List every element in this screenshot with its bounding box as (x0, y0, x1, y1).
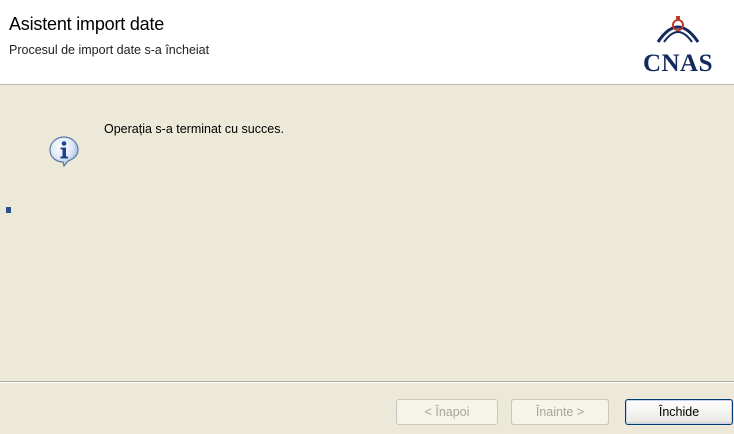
import-wizard-dialog: Asistent import date Procesul de import … (0, 0, 734, 434)
edge-marker (6, 207, 11, 213)
wizard-subtitle: Procesul de import date s-a încheiat (9, 43, 210, 57)
cnas-logo-icon (656, 16, 700, 43)
status-message: Operația s-a terminat cu succes. (104, 122, 284, 136)
close-button[interactable]: Închide (625, 399, 733, 425)
wizard-title: Asistent import date (9, 14, 165, 34)
cnas-logo: CNAS (628, 16, 728, 78)
next-button[interactable]: Înainte > (511, 399, 609, 425)
wizard-header: Asistent import date Procesul de import … (0, 0, 734, 85)
cnas-logo-text: CNAS (642, 50, 714, 77)
wizard-footer (0, 383, 734, 434)
info-icon (49, 136, 79, 167)
back-button[interactable]: < Înapoi (396, 399, 498, 425)
